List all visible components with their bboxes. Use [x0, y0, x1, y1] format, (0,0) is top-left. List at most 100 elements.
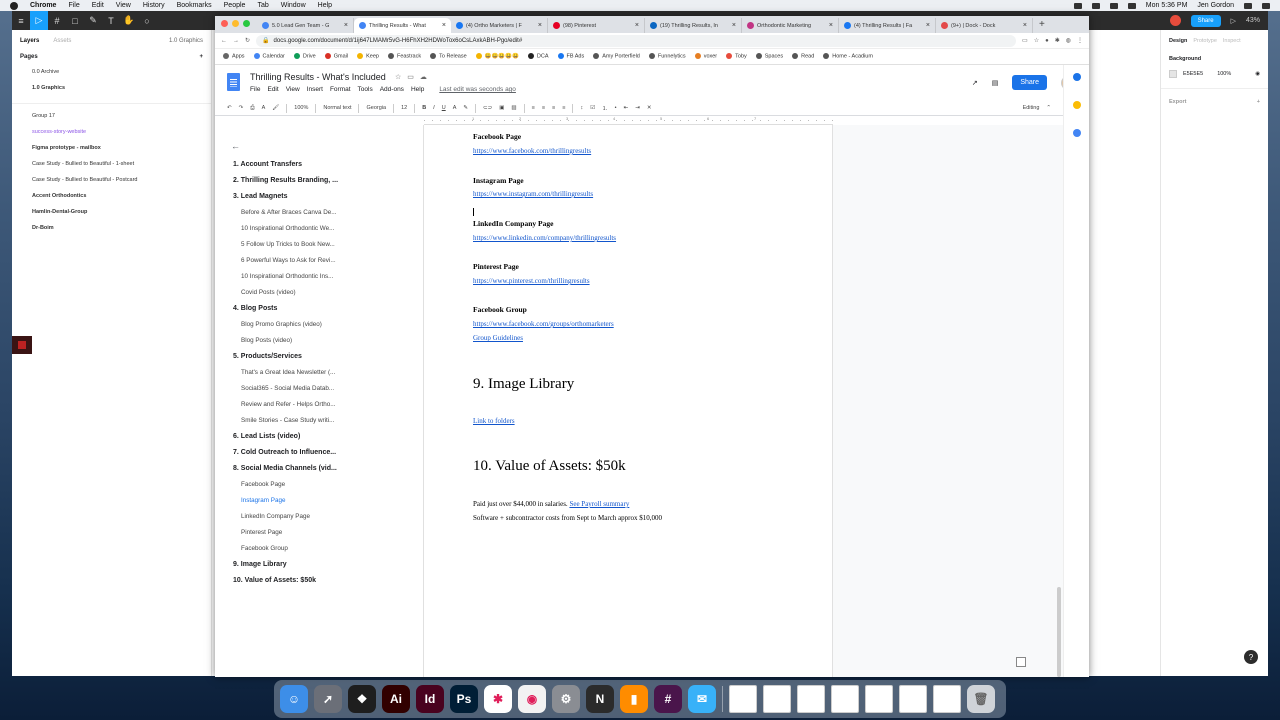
- bookmark-item[interactable]: voxer: [694, 53, 717, 60]
- figma-icon[interactable]: ❖: [348, 685, 376, 713]
- current-page[interactable]: 1.0 Graphics: [169, 38, 203, 44]
- bulleted-list-icon[interactable]: •: [615, 105, 617, 111]
- layer-item[interactable]: success-story-website: [12, 124, 211, 140]
- close-tab-icon[interactable]: ×: [442, 22, 446, 29]
- close-tab-icon[interactable]: ×: [732, 22, 736, 29]
- outline-item[interactable]: 10 Inspirational Orthodontic We...: [233, 220, 423, 236]
- outline-item[interactable]: LinkedIn Company Page: [233, 508, 423, 524]
- ruler[interactable]: 1 2 3 4 5 6 7: [424, 116, 833, 125]
- document-thumbnail[interactable]: [899, 685, 927, 713]
- print-icon[interactable]: ⎙: [250, 105, 254, 112]
- user-name[interactable]: Jen Gordon: [1197, 2, 1234, 9]
- align-center-icon[interactable]: ≡: [542, 105, 545, 111]
- layer-item[interactable]: Accent Orthodontics: [12, 188, 211, 204]
- link-icon[interactable]: ⊂⊃: [483, 105, 492, 111]
- docs-menu-file[interactable]: File: [250, 86, 260, 93]
- apple-icon[interactable]: [10, 1, 18, 10]
- move-tool-icon[interactable]: ▷: [30, 11, 48, 30]
- avatar[interactable]: [1169, 15, 1181, 26]
- menu-edit[interactable]: Edit: [92, 2, 104, 9]
- docs-logo-icon[interactable]: [227, 73, 240, 91]
- docs-menu-addons[interactable]: Add-ons: [380, 86, 404, 93]
- browser-tab[interactable]: Orthodontic Marketing ×: [742, 18, 839, 33]
- status-icon[interactable]: [1073, 2, 1082, 9]
- slack-alt-icon[interactable]: #: [654, 685, 682, 713]
- add-export-icon[interactable]: +: [1257, 99, 1260, 105]
- checklist-icon[interactable]: ☑: [590, 105, 595, 111]
- document-thumbnail[interactable]: [763, 685, 791, 713]
- close-tab-icon[interactable]: ×: [1023, 22, 1027, 29]
- hand-tool-icon[interactable]: ✋: [120, 11, 138, 30]
- outline-item[interactable]: Review and Refer - Helps Ortho...: [233, 396, 423, 412]
- pen-tool-icon[interactable]: ✎: [84, 11, 102, 30]
- outline-item[interactable]: 5. Products/Services: [233, 348, 423, 364]
- bookmark-item[interactable]: Calendar: [253, 53, 285, 60]
- background-hex[interactable]: E5E5E5: [1183, 71, 1203, 77]
- outline-item[interactable]: Covid Posts (video): [233, 284, 423, 300]
- wifi-icon[interactable]: [1109, 2, 1118, 9]
- browser-tab[interactable]: (98) Pinterest ×: [548, 18, 645, 33]
- bookmark-item[interactable]: Amy Porterfield: [593, 53, 640, 60]
- close-tab-icon[interactable]: ×: [829, 22, 833, 29]
- text-color-icon[interactable]: A: [453, 105, 457, 111]
- outline-item[interactable]: Blog Promo Graphics (video): [233, 316, 423, 332]
- comments-icon[interactable]: ▤: [992, 79, 999, 87]
- docs-menu-insert[interactable]: Insert: [307, 86, 323, 93]
- puzzle-icon[interactable]: ✱: [1055, 37, 1060, 44]
- browser-tab[interactable]: (4) Ortho Marketers | F ×: [451, 18, 548, 33]
- forward-icon[interactable]: →: [233, 38, 239, 44]
- tab-inspect[interactable]: Inspect: [1223, 38, 1241, 44]
- outline-item[interactable]: Social365 - Social Media Datab...: [233, 380, 423, 396]
- align-justify-icon[interactable]: ≡: [562, 105, 565, 111]
- bookmark-item[interactable]: FB Ads: [557, 53, 584, 60]
- docs-share-button[interactable]: Share: [1012, 75, 1047, 90]
- omnibox[interactable]: 🔒 docs.google.com/document/d/1ij647LMAMr…: [256, 34, 1017, 47]
- clear-format-icon[interactable]: ✕: [647, 105, 652, 111]
- extension-icon[interactable]: ●: [1045, 38, 1049, 44]
- url-text[interactable]: docs.google.com/document/d/1ij647LMAMr5v…: [274, 38, 523, 44]
- comment-add-icon[interactable]: ▣: [499, 105, 504, 111]
- bookmark-item[interactable]: Apps: [223, 53, 245, 60]
- folders-link[interactable]: Link to folders: [473, 417, 515, 425]
- outline-item[interactable]: 7. Cold Outreach to Influence...: [233, 444, 423, 460]
- indesign-icon[interactable]: Id: [416, 685, 444, 713]
- trash-icon[interactable]: 🗑: [967, 685, 995, 713]
- help-button[interactable]: ?: [1244, 650, 1258, 664]
- collapse-icon[interactable]: ⌃: [1046, 105, 1051, 111]
- menu-help[interactable]: Help: [318, 2, 332, 9]
- figma-share-button[interactable]: Share: [1190, 14, 1221, 27]
- bookmark-item[interactable]: 😀😀😀😀😀: [475, 53, 519, 60]
- layer-item[interactable]: Figma prototype - mailbox: [12, 140, 211, 156]
- payroll-summary-link[interactable]: See Payroll summary: [569, 500, 629, 508]
- outline-item[interactable]: 1. Account Transfers: [233, 156, 423, 172]
- profile-avatar[interactable]: ◍: [1066, 37, 1071, 44]
- finder-icon[interactable]: ☺: [280, 685, 308, 713]
- docs-menu-edit[interactable]: Edit: [267, 86, 278, 93]
- eye-icon[interactable]: ◉: [1255, 71, 1260, 77]
- photoshop-icon[interactable]: Ps: [450, 685, 478, 713]
- explore-button[interactable]: [1016, 657, 1026, 667]
- outline-item[interactable]: 10. Value of Assets: $50k: [233, 572, 423, 588]
- outline-item[interactable]: 6. Lead Lists (video): [233, 428, 423, 444]
- chrome-icon[interactable]: ◉: [518, 685, 546, 713]
- outline-item[interactable]: Smile Stories - Case Study writi...: [233, 412, 423, 428]
- tab-prototype[interactable]: Prototype: [1193, 38, 1217, 44]
- bookmark-item[interactable]: Gmail: [324, 53, 348, 60]
- instagram-link[interactable]: https://www.instagram.com/thrillingresul…: [473, 190, 593, 198]
- menu-list-icon[interactable]: [1262, 2, 1270, 9]
- outline-item[interactable]: 10 Inspirational Orthodontic Ins...: [233, 268, 423, 284]
- cast-icon[interactable]: ▭: [1022, 37, 1028, 44]
- outline-item[interactable]: 4. Blog Posts: [233, 300, 423, 316]
- decrease-indent-icon[interactable]: ⇤: [624, 105, 629, 111]
- illustrator-icon[interactable]: Ai: [382, 685, 410, 713]
- align-right-icon[interactable]: ≡: [552, 105, 555, 111]
- recording-indicator[interactable]: [12, 336, 32, 354]
- reload-icon[interactable]: ↻: [245, 37, 250, 44]
- font-select[interactable]: Georgia: [366, 105, 386, 111]
- document-thumbnail[interactable]: [865, 685, 893, 713]
- style-select[interactable]: Normal text: [323, 105, 351, 111]
- move-folder-icon[interactable]: ▭: [407, 73, 414, 81]
- clock[interactable]: Mon 5:36 PM: [1146, 2, 1188, 9]
- maximize-window-icon[interactable]: [243, 20, 250, 27]
- bookmark-item[interactable]: Funnelytics: [648, 53, 686, 60]
